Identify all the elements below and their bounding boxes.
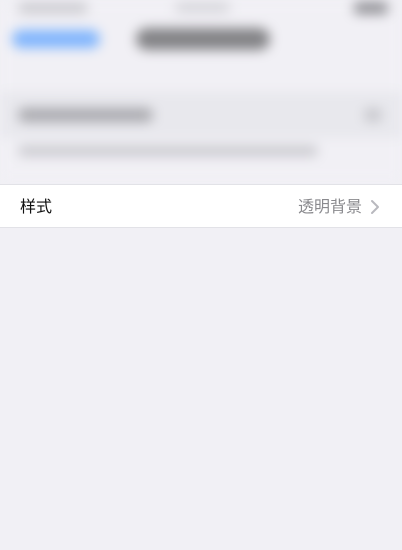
navigation-bar bbox=[0, 22, 402, 62]
style-label: 样式 bbox=[20, 197, 53, 216]
status-center-blurred bbox=[175, 3, 230, 12]
style-setting-row[interactable]: 样式 透明背景 bbox=[0, 184, 402, 228]
blurred-header-region bbox=[0, 0, 402, 182]
chevron-right-icon bbox=[368, 198, 382, 216]
blurred-settings-row[interactable] bbox=[0, 92, 402, 138]
blurred-footnote bbox=[18, 146, 318, 156]
status-time-blurred bbox=[18, 3, 88, 13]
battery-icon bbox=[354, 2, 388, 14]
screen: 样式 透明背景 bbox=[0, 0, 402, 550]
style-value: 透明背景 bbox=[297, 197, 362, 216]
back-button[interactable] bbox=[12, 30, 100, 48]
blurred-row-accessory bbox=[364, 108, 382, 122]
blurred-row-text bbox=[18, 108, 153, 122]
status-bar bbox=[0, 0, 402, 22]
nav-title-blurred bbox=[136, 28, 270, 50]
